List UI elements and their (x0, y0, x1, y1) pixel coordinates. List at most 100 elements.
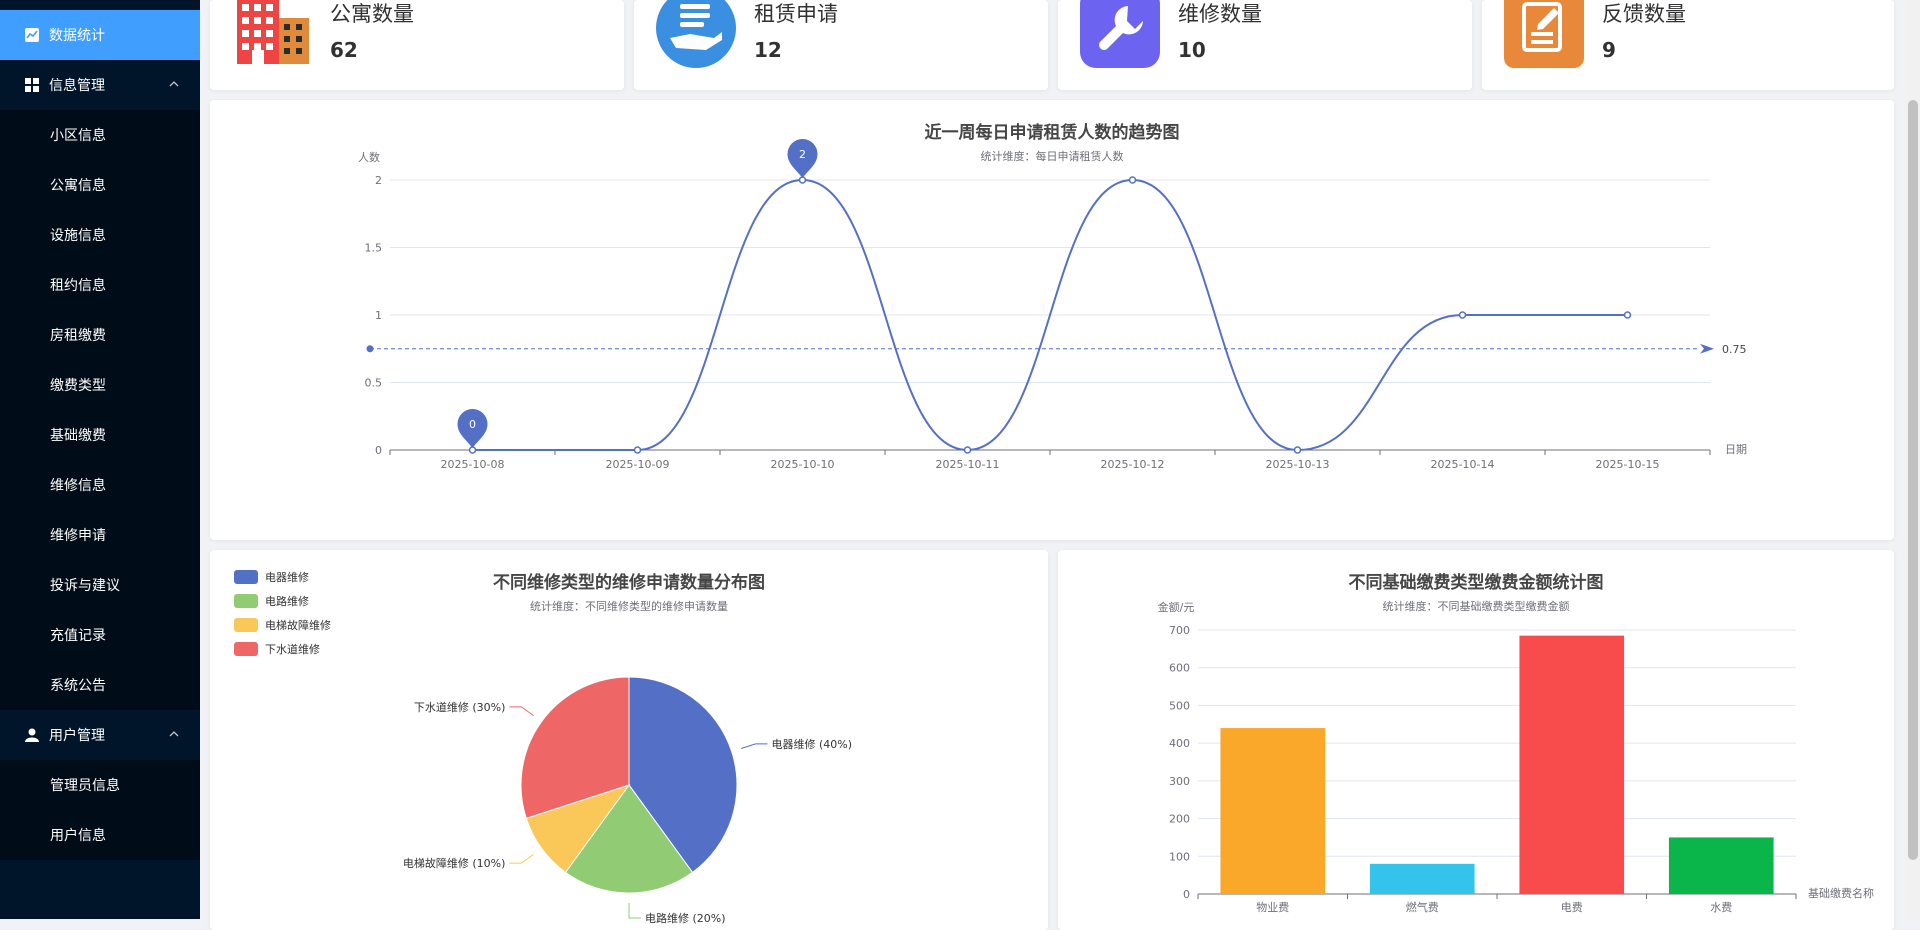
sidebar-item-label: 用户信息 (50, 828, 106, 844)
y-tick-label: 2 (375, 174, 382, 187)
sidebar-item-9[interactable]: 维修信息 (0, 460, 200, 510)
data-point (633, 446, 642, 454)
edit-note-icon (1504, 0, 1584, 68)
mark-point-label: 2 (799, 148, 806, 161)
data-point (1623, 311, 1632, 319)
legend-swatch[interactable] (234, 594, 258, 608)
mark-point-pin: 0 (457, 409, 488, 448)
bar-chart: 不同基础缴费类型缴费金额统计图统计维度：不同基础缴费类型缴费金额 金额/元基础缴费… (1158, 572, 1874, 914)
bar[interactable] (1519, 635, 1625, 894)
pie-slice-label: 电器维修 (40%) (771, 737, 852, 751)
user-icon (25, 728, 39, 742)
sidebar-item-label: 缴费类型 (50, 378, 106, 394)
stat-card-value: 62 (330, 38, 358, 62)
y-tick-label: 300 (1169, 775, 1190, 788)
sidebar-item-6[interactable]: 房租缴费 (0, 310, 200, 360)
stat-card-label: 反馈数量 (1602, 2, 1686, 26)
page-scrollbar[interactable] (1906, 0, 1920, 919)
sidebar-item-label: 基础缴费 (50, 428, 106, 444)
stat-card-value: 9 (1602, 38, 1616, 62)
y-tick-label: 200 (1169, 813, 1190, 826)
sidebar-item-14[interactable]: 用户管理 (0, 710, 200, 760)
sidebar-item-label: 小区信息 (50, 128, 106, 144)
sidebar-item-1[interactable]: 信息管理 (0, 60, 200, 110)
sidebar-item-0[interactable]: 数据统计 (0, 10, 200, 60)
sidebar-item-label: 维修信息 (50, 478, 106, 494)
chart-subtitle: 统计维度：每日申请租赁人数 (981, 149, 1124, 163)
bar[interactable] (1668, 837, 1774, 894)
legend-label[interactable]: 下水道维修 (265, 642, 320, 656)
chart-title: 不同基础缴费类型缴费金额统计图 (1349, 572, 1604, 593)
sidebar-item-label: 设施信息 (50, 228, 106, 244)
x-tick-label: 物业费 (1256, 900, 1289, 914)
line-chart: 近一周每日申请租赁人数的趋势图统计维度：每日申请租赁人数 人数日期 0 0.5 1 1.5… (358, 122, 1747, 471)
bar[interactable] (1220, 728, 1326, 894)
scrollbar-thumb[interactable] (1908, 100, 1918, 860)
chevron-up-icon (168, 78, 180, 90)
sidebar-item-5[interactable]: 租约信息 (0, 260, 200, 310)
pie-chart: 不同维修类型的维修申请数量分布图统计维度：不同维修类型的维修申请数量 电器维修电路… (234, 570, 852, 925)
sidebar-item-13[interactable]: 系统公告 (0, 660, 200, 710)
x-tick-label: 电费 (1561, 901, 1583, 914)
sidebar-item-label: 租约信息 (50, 278, 106, 294)
chevron-up-icon (168, 728, 180, 740)
sidebar-item-2[interactable]: 小区信息 (0, 110, 200, 160)
data-point (963, 446, 972, 454)
stat-card-2: 维修数量 10 (1058, 0, 1472, 90)
legend-label[interactable]: 电路维修 (265, 594, 309, 608)
pie-slice-label: 电梯故障维修 (10%) (403, 856, 506, 870)
sidebar-item-label: 房租缴费 (50, 328, 106, 344)
pie-label-line (509, 706, 534, 717)
x-tick-label: 2025-10-13 (1266, 458, 1330, 471)
y-tick-label: 100 (1169, 850, 1190, 863)
stat-card-value: 12 (754, 38, 782, 62)
stat-card-label: 维修数量 (1178, 2, 1262, 26)
x-tick-label: 2025-10-09 (606, 458, 670, 471)
chart-icon (25, 28, 39, 42)
legend-label[interactable]: 电梯故障维修 (265, 618, 331, 632)
sidebar-item-15[interactable]: 管理员信息 (0, 760, 200, 810)
pie-chart-panel: 不同维修类型的维修申请数量分布图 统计维度：不同维修类型的维修申请数量 电器维修 电路… (210, 550, 1048, 930)
sidebar-item-12[interactable]: 充值记录 (0, 610, 200, 660)
x-tick-label: 2025-10-11 (936, 458, 1000, 471)
x-tick-label: 燃气费 (1406, 900, 1439, 914)
sidebar-item-10[interactable]: 维修申请 (0, 510, 200, 560)
sidebar-item-8[interactable]: 基础缴费 (0, 410, 200, 460)
average-line-arrow (1700, 343, 1714, 354)
pie-slice-label: 电路维修 (20%) (645, 911, 726, 925)
legend-swatch[interactable] (234, 570, 258, 584)
y-tick-label: 400 (1169, 737, 1190, 750)
chart-subtitle: 统计维度：不同基础缴费类型缴费金额 (1383, 599, 1570, 613)
wrench-icon (1080, 0, 1160, 68)
stat-card-value: 10 (1178, 38, 1206, 62)
legend-swatch[interactable] (234, 618, 258, 632)
x-tick-label: 2025-10-14 (1431, 458, 1495, 471)
sidebar-item-7[interactable]: 缴费类型 (0, 360, 200, 410)
x-tick-label: 2025-10-08 (441, 458, 505, 471)
mark-point-label: 0 (469, 418, 476, 431)
sidebar: 数据统计信息管理小区信息公寓信息设施信息租约信息房租缴费缴费类型基础缴费维修信息… (0, 0, 200, 919)
sidebar-item-4[interactable]: 设施信息 (0, 210, 200, 260)
y-tick-label: 500 (1169, 699, 1190, 712)
sidebar-item-label: 公寓信息 (50, 178, 106, 194)
hand-document-icon (656, 0, 736, 68)
legend-label[interactable]: 电器维修 (265, 570, 309, 584)
data-point (1458, 311, 1467, 319)
sidebar-item-label: 管理员信息 (50, 778, 120, 794)
x-tick-label: 2025-10-15 (1596, 458, 1660, 471)
sidebar-item-16[interactable]: 用户信息 (0, 810, 200, 860)
sidebar-item-3[interactable]: 公寓信息 (0, 160, 200, 210)
y-tick-label: 700 (1169, 624, 1190, 637)
average-line-label: 0.75 (1722, 343, 1747, 356)
sidebar-item-label: 数据统计 (49, 28, 105, 44)
stat-card-3: 反馈数量 9 (1482, 0, 1894, 90)
sidebar-item-label: 信息管理 (49, 78, 105, 94)
legend-swatch[interactable] (234, 642, 258, 656)
sidebar-item-label: 维修申请 (50, 528, 106, 544)
y-tick-label: 1.5 (365, 242, 383, 255)
bar[interactable] (1369, 863, 1475, 894)
sidebar-item-11[interactable]: 投诉与建议 (0, 560, 200, 610)
grid-icon (25, 78, 39, 92)
x-axis-label: 基础缴费名称 (1808, 886, 1874, 900)
y-axis-label: 金额/元 (1158, 600, 1195, 614)
